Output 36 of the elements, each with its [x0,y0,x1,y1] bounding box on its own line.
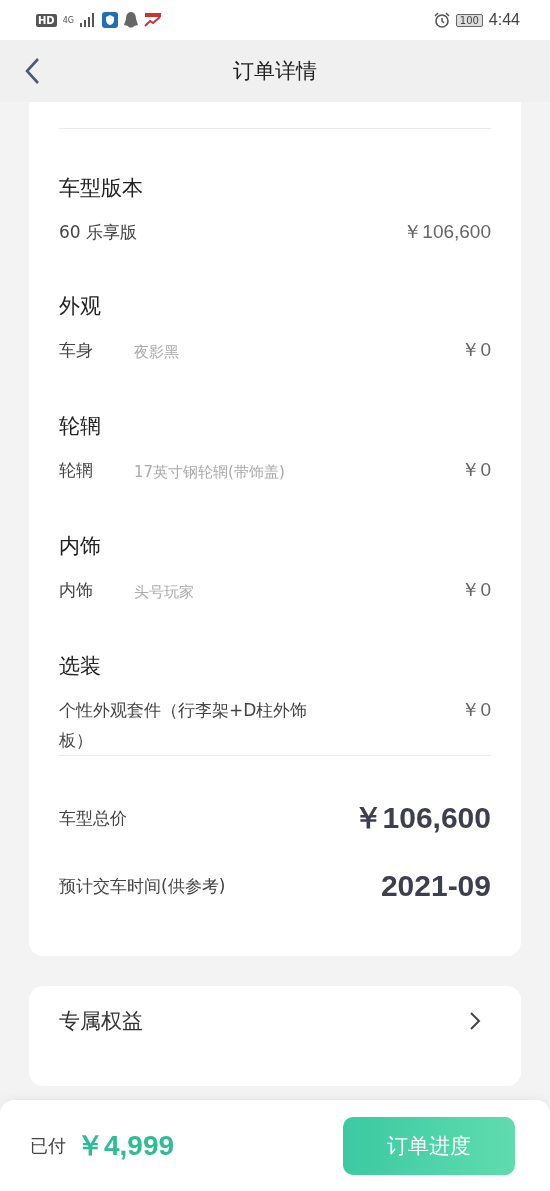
item-label: 个性外观套件（行李架+D柱外饰板） [59,699,309,752]
hd-indicator: HD [36,13,57,27]
total-value: ￥106,600 [352,799,491,836]
section-title: 内饰 [59,533,102,560]
section-title: 车型版本 [59,175,144,202]
item-price: ￥0 [461,698,491,722]
signal-icon [79,13,96,27]
page-title: 订单详情 [233,58,317,85]
item-price: ￥106,600 [403,220,491,244]
item-detail: 17英寸钢轮辋(带饰盖) [134,462,286,483]
benefits-row[interactable]: 专属权益 [29,986,521,1086]
item-label: 内饰 [59,579,94,602]
chevron-right-icon [469,1011,481,1031]
clock-time: 4:44 [488,11,520,29]
battery-indicator: 100 [455,13,483,27]
chart-icon [143,13,162,27]
item-detail: 夜影黑 [134,342,180,363]
total-label: 车型总价 [59,806,127,830]
paid-label: 已付 [30,1133,66,1158]
item-price: ￥0 [461,338,491,362]
paid-amount: ￥4,999 [76,1128,175,1163]
item-label: 车身 [59,339,94,362]
item-price: ￥0 [461,458,491,482]
shield-icon [101,12,118,28]
section-title: 外观 [59,293,102,320]
network-type: 4G [62,15,74,25]
section-title: 选装 [59,653,102,680]
item-label: 轮辋 [59,459,94,482]
total-value: 2021-09 [380,869,491,903]
back-icon[interactable] [24,57,40,85]
item-label: 60 乐享版 [59,221,138,244]
alarm-icon [433,12,450,28]
item-price: ￥0 [461,578,491,602]
total-label: 预计交车时间(供参考) [59,874,226,898]
item-detail: 头号玩家 [134,582,195,603]
section-title: 轮辋 [59,413,102,440]
